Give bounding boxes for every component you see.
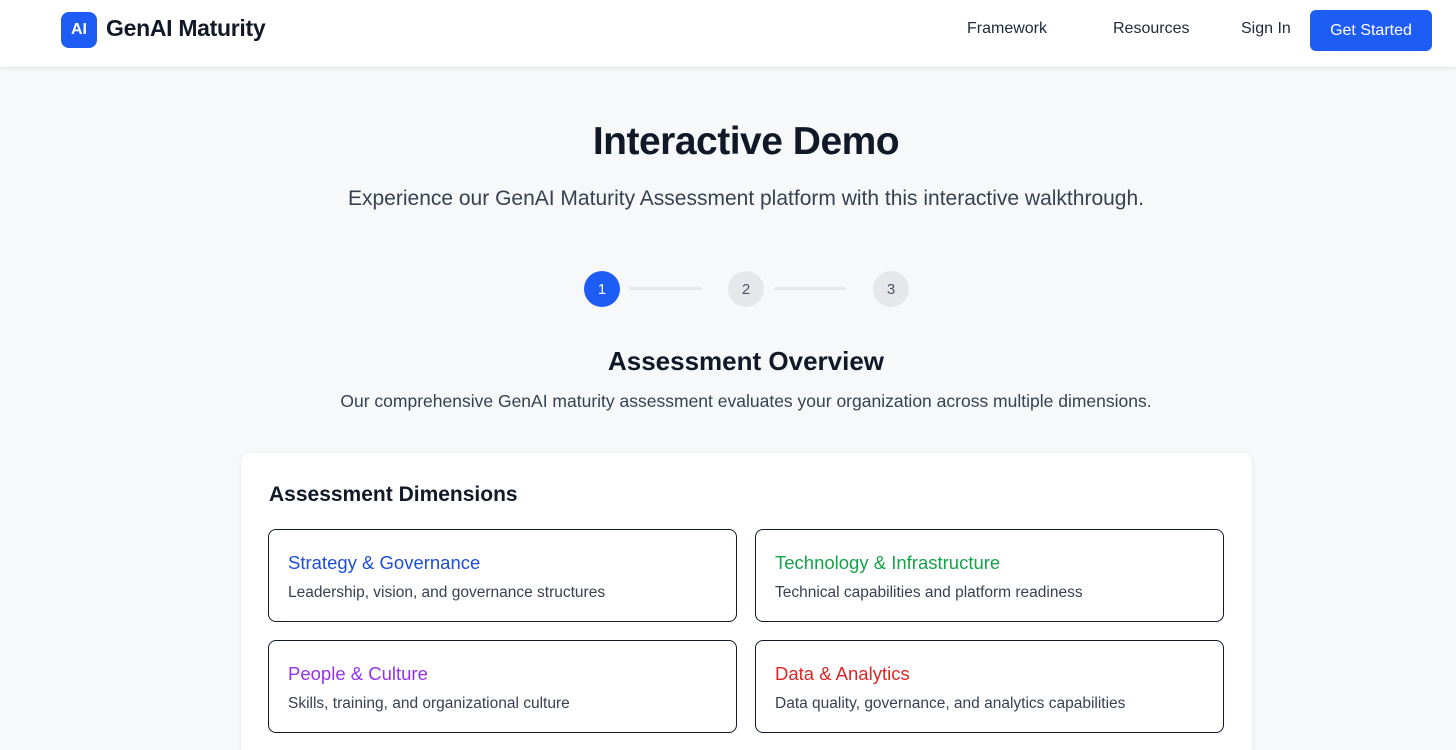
dimension-title: Data & Analytics — [775, 663, 910, 684]
stepper-connector — [629, 287, 702, 290]
section-subtitle: Our comprehensive GenAI maturity assessm… — [340, 391, 1152, 411]
dimension-title: People & Culture — [288, 663, 428, 684]
dimension-description: Data quality, governance, and analytics … — [775, 695, 1126, 712]
nav-resources-link[interactable]: Resources — [1113, 20, 1189, 38]
page-title: Interactive Demo — [592, 120, 900, 163]
step-3-indicator[interactable]: 3 — [873, 271, 909, 307]
page-subtitle: Experience our GenAI Maturity Assessment… — [347, 187, 1144, 210]
dimension-card-technology[interactable]: Technology & Infrastructure Technical ca… — [755, 529, 1224, 622]
logo-icon[interactable]: AI — [61, 12, 97, 48]
dimension-description: Technical capabilities and platform read… — [775, 584, 1083, 601]
step-2-indicator[interactable]: 2 — [728, 271, 764, 307]
dimension-card-data[interactable]: Data & Analytics Data quality, governanc… — [755, 640, 1224, 733]
step-1-indicator[interactable]: 1 — [584, 271, 620, 307]
dimension-card-strategy[interactable]: Strategy & Governance Leadership, vision… — [268, 529, 737, 622]
section-title: Assessment Overview — [607, 346, 885, 376]
panel-title: Assessment Dimensions — [269, 483, 518, 506]
dimension-card-people[interactable]: People & Culture Skills, training, and o… — [268, 640, 737, 733]
get-started-button[interactable]: Get Started — [1310, 10, 1432, 51]
brand-name[interactable]: GenAI Maturity — [106, 15, 266, 42]
dimension-description: Leadership, vision, and governance struc… — [288, 584, 606, 601]
assessment-dimensions-panel: Assessment Dimensions Strategy & Governa… — [241, 453, 1252, 750]
dimension-description: Skills, training, and organizational cul… — [288, 695, 570, 712]
stepper-connector — [774, 287, 846, 290]
dimension-title: Technology & Infrastructure — [775, 552, 1001, 573]
sign-in-link[interactable]: Sign In — [1241, 20, 1291, 38]
top-navbar: AI GenAI Maturity Framework Resources Si… — [0, 0, 1456, 68]
nav-framework-link[interactable]: Framework — [967, 20, 1047, 38]
dimension-title: Strategy & Governance — [288, 552, 481, 573]
